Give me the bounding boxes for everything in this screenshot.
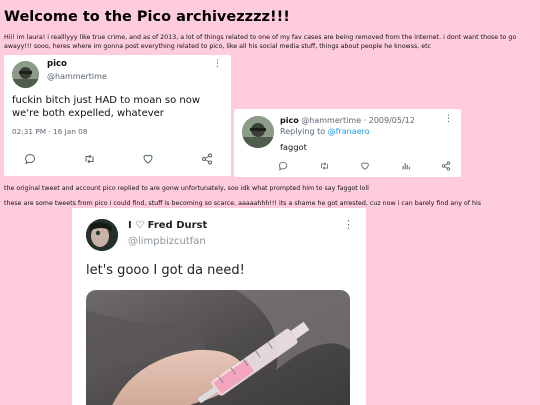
tweet-card-1: pico @hammertime ⋮ fuckin bitch just HAD… [4, 55, 231, 176]
page-title: Welcome to the Pico archivezzzz!!! [4, 9, 290, 25]
more-options-icon[interactable]: ⋮ [444, 114, 453, 124]
author-name[interactable]: I ♡ Fred Durst [128, 220, 207, 231]
retweet-icon[interactable] [319, 161, 330, 171]
caption-original-tweet: the original tweet and account pico repl… [4, 185, 369, 192]
replying-prefix: Replying to [280, 127, 328, 136]
replying-to-link[interactable]: @franaero [328, 127, 370, 136]
reply-icon[interactable] [24, 153, 36, 165]
tweet-timestamp[interactable]: 02:31 PM · 16 Jan 08 [12, 127, 87, 136]
author-line: pico @hammertime · 2009/05/12 [280, 116, 415, 125]
avatar[interactable] [86, 219, 118, 251]
stats-icon[interactable] [401, 161, 411, 171]
more-options-icon[interactable]: ⋮ [213, 59, 222, 69]
author-name[interactable]: pico [280, 116, 299, 125]
avatar-image [242, 116, 274, 148]
avatar[interactable] [242, 116, 274, 148]
reply-icon[interactable] [278, 161, 288, 171]
avatar-image [12, 61, 39, 88]
tweet-text: let's gooo I got da need! [86, 263, 245, 278]
caption-more-tweets: these are some tweets from pico i could … [4, 200, 482, 207]
like-icon[interactable] [142, 153, 154, 165]
tweet-screenshot-card: I ♡ Fred Durst @limpbizcutfan ⋮ let's go… [72, 208, 366, 405]
tweet-text: faggot [280, 142, 307, 152]
author-name[interactable]: pico [47, 59, 67, 69]
tweet-actions [278, 161, 451, 171]
author-handle[interactable]: @limpbizcutfan [128, 236, 206, 247]
share-icon[interactable] [441, 161, 451, 171]
tweet-actions [24, 153, 213, 165]
intro-text: Hii! im laura! i realllyyy like true cri… [4, 34, 517, 50]
author-handle-date[interactable]: @hammertime · 2009/05/12 [301, 116, 415, 125]
like-icon[interactable] [360, 161, 370, 171]
retweet-icon[interactable] [83, 153, 96, 165]
tweet-text: fuckin bitch just HAD to moan so now we'… [12, 95, 201, 119]
more-options-icon[interactable]: ⋮ [343, 218, 354, 231]
tweet-photo[interactable] [86, 290, 350, 405]
avatar[interactable] [12, 61, 39, 88]
syringe-photo [86, 290, 350, 405]
share-icon[interactable] [201, 153, 213, 165]
author-handle[interactable]: @hammertime [47, 72, 107, 81]
avatar-image [86, 219, 118, 251]
tweet-card-2: pico @hammertime · 2009/05/12 Replying t… [234, 109, 461, 177]
replying-to: Replying to @franaero [280, 127, 370, 136]
